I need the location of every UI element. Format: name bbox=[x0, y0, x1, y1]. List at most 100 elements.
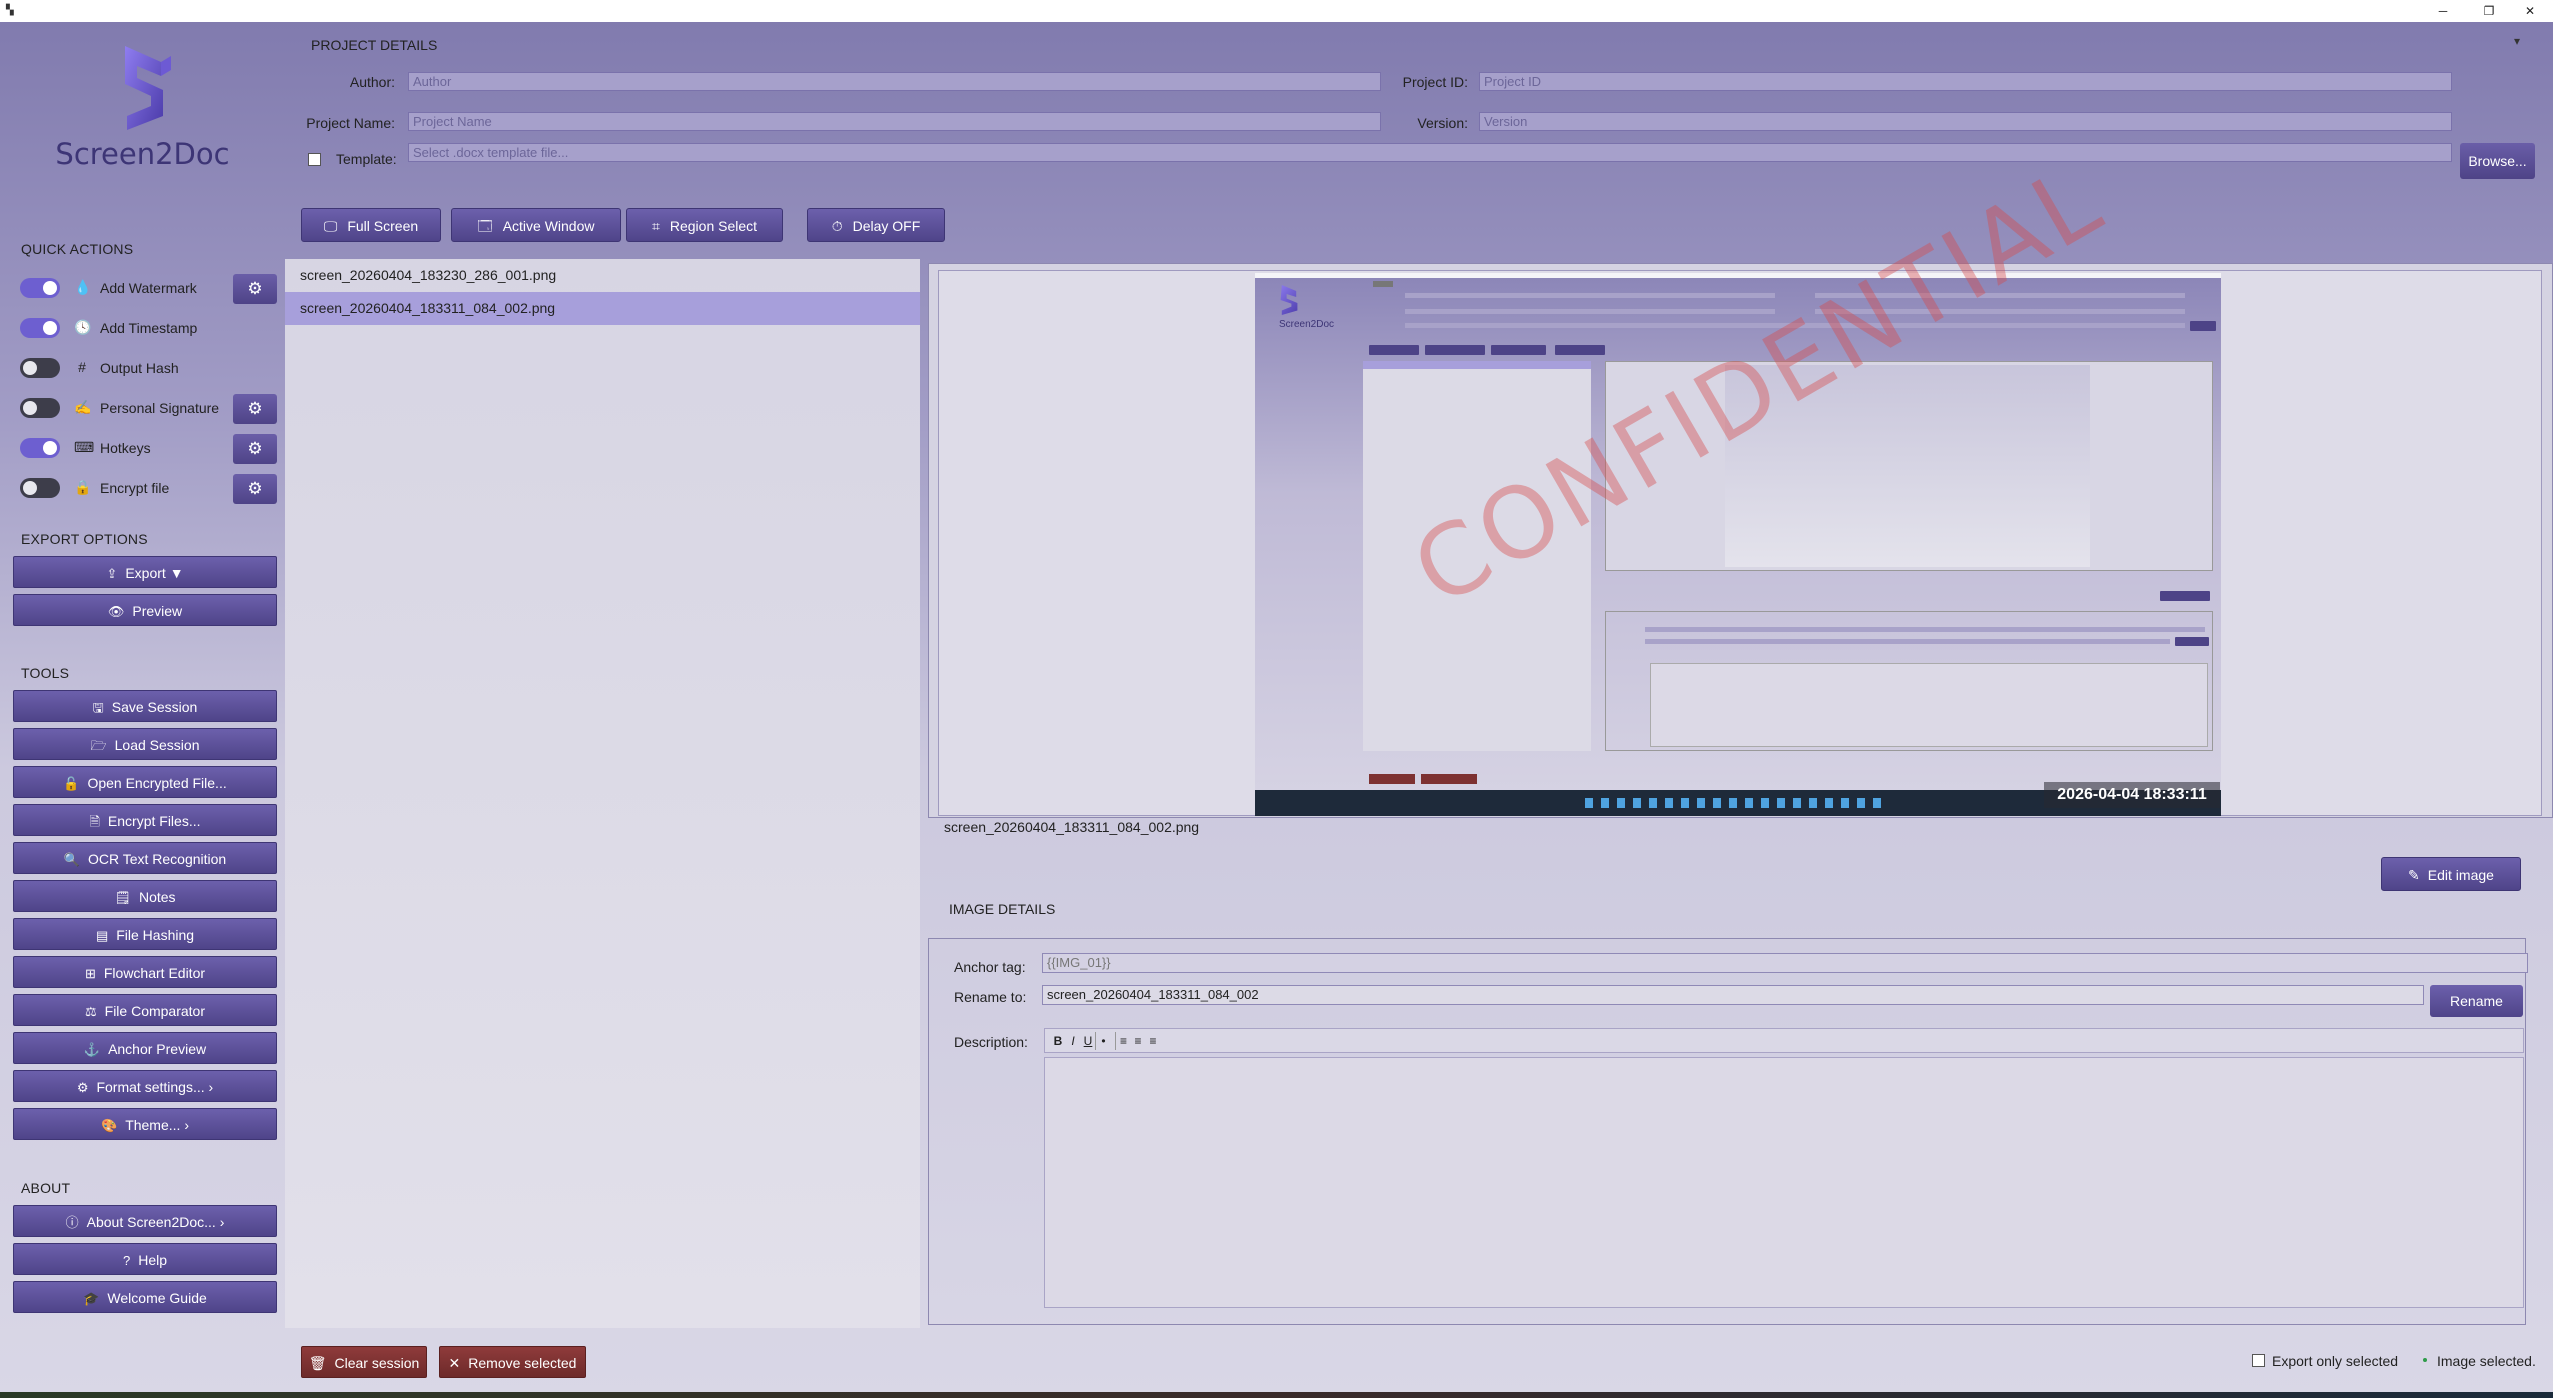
project-id-input[interactable]: Project ID bbox=[1479, 72, 2452, 91]
tool-button[interactable]: ⚖ File Comparator bbox=[13, 994, 277, 1026]
about-button[interactable]: ⓘ About Screen2Doc... › bbox=[13, 1205, 277, 1237]
browse-button[interactable]: Browse... bbox=[2460, 143, 2535, 179]
author-label: Author: bbox=[349, 74, 395, 90]
project-id-label: Project ID: bbox=[1402, 74, 1468, 90]
project-name-input[interactable]: Project Name bbox=[408, 112, 1381, 131]
minimize-button[interactable]: ─ bbox=[2420, 0, 2466, 22]
region-select-button[interactable]: ⌗ Region Select bbox=[626, 208, 783, 242]
clear-session-button[interactable]: 🗑 Clear session bbox=[301, 1346, 427, 1378]
folder-icon: 🗁 bbox=[90, 738, 107, 753]
delay-button[interactable]: ⏱ Delay OFF bbox=[807, 208, 945, 242]
toggle-knob bbox=[23, 361, 37, 375]
export-label: Export bbox=[125, 565, 166, 581]
tool-button[interactable]: 🗒 Notes bbox=[13, 880, 277, 912]
quick-action-toggle[interactable] bbox=[20, 278, 60, 298]
tool-label: Save Session bbox=[111, 699, 198, 715]
italic-button[interactable]: I bbox=[1065, 1032, 1081, 1050]
quick-action-toggle[interactable] bbox=[20, 358, 60, 378]
tool-button[interactable]: 🔍 OCR Text Recognition bbox=[13, 842, 277, 874]
quick-action-label: Output Hash bbox=[100, 360, 179, 376]
remove-selected-button[interactable]: ✕ Remove selected bbox=[439, 1346, 586, 1378]
settings-gear-icon[interactable]: ⚙ bbox=[233, 474, 277, 504]
flowchart-icon: ⊞ bbox=[84, 966, 96, 981]
about-button[interactable]: 🎓 Welcome Guide bbox=[13, 1281, 277, 1313]
info-icon: ⓘ bbox=[65, 1215, 79, 1230]
settings-gear-icon[interactable]: ⚙ bbox=[233, 274, 277, 304]
tool-button[interactable]: ▤ File Hashing bbox=[13, 918, 277, 950]
anchor-icon: ⚓ bbox=[83, 1042, 101, 1057]
template-checkbox[interactable] bbox=[308, 153, 321, 166]
quick-action-row: 💧 Add Watermark ⚙ bbox=[20, 270, 280, 304]
anchor-tag-label: Anchor tag: bbox=[954, 959, 1026, 975]
mini-app-title: Screen2Doc bbox=[1279, 319, 1335, 330]
quick-action-label: Hotkeys bbox=[100, 440, 151, 456]
tool-button[interactable]: 🗁 Load Session bbox=[13, 728, 277, 760]
edit-image-button[interactable]: ✎ Edit image bbox=[2381, 857, 2521, 891]
underline-button[interactable]: U bbox=[1080, 1032, 1096, 1050]
edit-image-label: Edit image bbox=[2427, 867, 2494, 883]
settings-gear-icon[interactable]: ⚙ bbox=[233, 434, 277, 464]
mini-browse-button bbox=[2190, 321, 2216, 331]
tool-label: Format settings... bbox=[96, 1079, 205, 1095]
align-center-button[interactable]: ≡ bbox=[1130, 1032, 1146, 1050]
timestamp-overlay: 2026-04-04 18:33:11 bbox=[2044, 782, 2220, 808]
tool-button[interactable]: 🔓 Open Encrypted File... bbox=[13, 766, 277, 798]
export-only-checkbox[interactable] bbox=[2252, 1354, 2265, 1367]
tool-button[interactable]: 🎨 Theme... › bbox=[13, 1108, 277, 1140]
quick-action-row: # Output Hash bbox=[20, 350, 280, 380]
file-list-item[interactable]: screen_20260404_183311_084_002.png bbox=[285, 292, 920, 325]
quick-action-toggle[interactable] bbox=[20, 318, 60, 338]
description-editor[interactable] bbox=[1044, 1057, 2524, 1308]
about-button[interactable]: ? Help bbox=[13, 1243, 277, 1275]
file-list-item[interactable]: screen_20260404_183230_286_001.png bbox=[285, 259, 920, 292]
signature-icon: ✍ bbox=[74, 399, 92, 415]
maximize-button[interactable]: ❐ bbox=[2466, 0, 2512, 22]
tool-button[interactable]: 🖫 Save Session bbox=[13, 690, 277, 722]
clear-session-label: Clear session bbox=[334, 1355, 420, 1371]
quick-action-toggle[interactable] bbox=[20, 398, 60, 418]
template-label: Template: bbox=[336, 151, 397, 167]
close-button[interactable]: ✕ bbox=[2507, 0, 2553, 22]
author-input[interactable]: Author bbox=[408, 72, 1381, 91]
active-window-button[interactable]: 🗔 Active Window bbox=[451, 208, 621, 242]
app-title: Screen2Doc bbox=[55, 137, 230, 171]
mini-edit-button bbox=[2160, 591, 2210, 601]
full-screen-button[interactable]: 🖵 Full Screen bbox=[301, 208, 441, 242]
rename-input[interactable]: screen_20260404_183311_084_002 bbox=[1042, 985, 2424, 1005]
pencil-icon: ✎ bbox=[2408, 867, 2420, 883]
quick-action-toggle[interactable] bbox=[20, 478, 60, 498]
rename-label: Rename to: bbox=[954, 989, 1027, 1005]
preview-button[interactable]: 👁 Preview bbox=[13, 594, 277, 626]
image-details-title: IMAGE DETAILS bbox=[949, 901, 1056, 917]
hash-file-icon: ▤ bbox=[95, 928, 109, 943]
tool-button[interactable]: ⊞ Flowchart Editor bbox=[13, 956, 277, 988]
align-left-button[interactable]: ≡ bbox=[1115, 1032, 1131, 1050]
rename-button[interactable]: Rename bbox=[2430, 985, 2523, 1017]
version-input[interactable]: Version bbox=[1479, 112, 2452, 131]
tool-button[interactable]: ⚓ Anchor Preview bbox=[13, 1032, 277, 1064]
settings-gear-icon[interactable]: ⚙ bbox=[233, 394, 277, 424]
tool-label: Flowchart Editor bbox=[103, 965, 206, 981]
quick-action-toggle[interactable] bbox=[20, 438, 60, 458]
hash-icon: # bbox=[78, 359, 86, 375]
mini-region-button bbox=[1491, 345, 1546, 355]
project-name-label: Project Name: bbox=[306, 115, 395, 131]
template-input[interactable]: Select .docx template file... bbox=[408, 143, 2452, 162]
app-window: ▚ ─ ❐ ✕ ▾ Screen2Doc QUICK ACTIONS 💧 Add … bbox=[0, 0, 2553, 1398]
mini-description bbox=[1650, 663, 2208, 747]
tool-label: File Comparator bbox=[104, 1003, 206, 1019]
window-icon: 🗔 bbox=[477, 218, 493, 234]
toggle-knob bbox=[43, 281, 57, 295]
align-right-button[interactable]: ≡ bbox=[1145, 1032, 1161, 1050]
bullet-button[interactable]: • bbox=[1095, 1032, 1111, 1050]
collapse-menu-icon[interactable]: ▾ bbox=[2514, 34, 2520, 48]
chevron-right-icon: › bbox=[208, 1079, 214, 1095]
file-list[interactable]: screen_20260404_183230_286_001.png screen… bbox=[285, 259, 920, 1328]
tool-label: Open Encrypted File... bbox=[87, 775, 227, 791]
export-button[interactable]: ⇪ Export ▼ bbox=[13, 556, 277, 588]
bold-button[interactable]: B bbox=[1050, 1032, 1066, 1050]
tool-button[interactable]: ⚙ Format settings... › bbox=[13, 1070, 277, 1102]
active-window-label: Active Window bbox=[502, 218, 595, 234]
mini-full-screen-button bbox=[1369, 345, 1419, 355]
tool-button[interactable]: 🗎 Encrypt Files... bbox=[13, 804, 277, 836]
